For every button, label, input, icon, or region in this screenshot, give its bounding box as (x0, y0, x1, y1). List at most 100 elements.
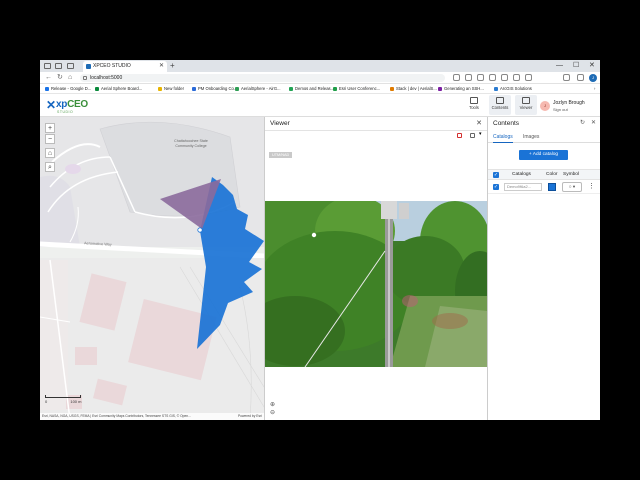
avatar: J (540, 101, 550, 111)
contents-icon (496, 97, 504, 104)
maximize-button[interactable]: ☐ (573, 60, 579, 72)
tab-strip: XPCEO STUDIO ✕ + — ☐ ✕ (40, 60, 600, 72)
split-screen-icon[interactable] (489, 74, 496, 81)
tab-actions-icon[interactable] (55, 63, 62, 69)
minimize-button[interactable]: — (556, 60, 563, 72)
tab-favicon-icon (86, 64, 91, 69)
bookmark-item[interactable]: Stack | dev | AerialS... (390, 84, 437, 93)
vertical-tabs-icon[interactable] (67, 63, 74, 69)
contents-title: Contents (493, 120, 520, 127)
symbol-select[interactable]: ○ ▾ (562, 182, 582, 192)
map-zoom-out-button[interactable]: − (45, 134, 55, 144)
viewer-toolbar: ▾ (265, 131, 487, 140)
logo-text-ceo: CEO (67, 99, 88, 110)
powered-by-esri[interactable]: Powered by Esri (238, 413, 262, 420)
viewer-header: Viewer ✕ (265, 117, 487, 131)
tab-images[interactable]: Images (523, 134, 539, 140)
map-search-button[interactable]: ⌕ (45, 162, 55, 172)
tools-button[interactable]: Tools (463, 95, 485, 115)
oblique-image[interactable] (265, 201, 487, 367)
contents-header: Contents ↻ ✕ (488, 117, 600, 131)
scale-bar: 0 100 m (45, 395, 81, 404)
copilot-icon[interactable] (577, 74, 584, 81)
viewer-button[interactable]: Viewer (515, 95, 537, 115)
catalog-table-header: ✓ Catalogs Color Symbol (488, 169, 600, 180)
tools-label: Tools (469, 105, 479, 110)
window-close-button[interactable]: ✕ (589, 60, 595, 72)
sign-out-link[interactable]: Sign out (553, 107, 568, 112)
contents-button[interactable]: Contents (489, 95, 511, 115)
tab-catalogs[interactable]: Catalogs (493, 134, 513, 143)
add-catalog-button[interactable]: + Add catalog (519, 150, 568, 160)
user-name: Jozlyn Brough (553, 100, 585, 106)
camera-location-marker (197, 227, 203, 233)
photo-render (265, 201, 487, 367)
basemap (40, 117, 264, 420)
app-header: ✕ xpCEO STUDIO Tools Contents Viewer J J… (40, 94, 600, 117)
bookmark-item[interactable]: Aerial Sphere Board... (95, 84, 142, 93)
user-menu[interactable]: J Jozlyn Brough Sign out (540, 98, 598, 114)
table-row: ✓ Demo9f6a2... ○ ▾ ⋮ (488, 180, 600, 194)
viewer-close-button[interactable]: ✕ (476, 119, 482, 127)
map-zoom-in-button[interactable]: + (45, 123, 55, 133)
scale-end: 100 m (70, 399, 82, 404)
contents-close-button[interactable]: ✕ (591, 119, 596, 126)
workspaces-icon[interactable] (44, 63, 51, 69)
tab-title: XPCEO STUDIO (93, 63, 131, 69)
bookmarks-overflow-button[interactable]: › (588, 84, 595, 93)
contents-label: Contents (491, 105, 509, 110)
logo-mark-icon: ✕ (46, 98, 57, 112)
contents-panel: Contents ↻ ✕ Catalogs Images + Add catal… (487, 117, 600, 420)
contents-tabs: Catalogs Images (488, 131, 600, 143)
catalog-color-swatch[interactable] (548, 183, 556, 191)
collections-icon[interactable] (513, 74, 520, 81)
column-color: Color (546, 172, 558, 177)
map-home-button[interactable]: ⌂ (45, 148, 55, 158)
row-checkbox[interactable]: ✓ (493, 184, 499, 190)
map-attribution: Esri, NASA, NGA, USGS, FEMA | Esri Commu… (40, 413, 264, 420)
new-tab-button[interactable]: + (170, 60, 175, 72)
select-all-checkbox[interactable]: ✓ (493, 172, 499, 178)
catalog-name-field[interactable]: Demo9f6a2... (504, 183, 542, 191)
viewer-title: Viewer (270, 120, 290, 127)
college-label: Chattahoochee State Community College (174, 139, 208, 148)
viewer-menu-chevron-icon[interactable]: ▾ (479, 131, 484, 137)
logo-subtitle: STUDIO (57, 110, 74, 114)
read-aloud-icon[interactable] (453, 74, 460, 81)
extensions-icon[interactable] (477, 74, 484, 81)
refresh-button[interactable]: ↻ (57, 72, 63, 84)
scale-start: 0 (45, 399, 48, 404)
home-button[interactable]: ⌂ (68, 72, 72, 84)
logo-text-xp: xp (56, 99, 68, 110)
contents-refresh-button[interactable]: ↻ (580, 119, 585, 126)
browser-tab[interactable]: XPCEO STUDIO ✕ (83, 61, 167, 72)
viewer-label: Viewer (519, 105, 533, 110)
bookmark-item[interactable]: PM Onboarding Co... (192, 84, 237, 93)
favorites-star-icon[interactable] (465, 74, 472, 81)
map-view[interactable]: + − ⌂ ⌕ Chattahoochee State Community Co… (40, 117, 264, 420)
url-text: localhost:5000 (90, 75, 123, 81)
bookmark-item[interactable]: Demos and Releas... (289, 84, 334, 93)
url-field[interactable]: localhost:5000 (80, 74, 445, 82)
camera-icon[interactable] (470, 133, 475, 138)
browser-essentials-icon[interactable] (525, 74, 532, 81)
bookmark-item[interactable]: Esri User Conferenc... (333, 84, 380, 93)
browser-profile-icon[interactable]: J (589, 74, 597, 82)
bookmark-item[interactable]: ArcGIS Solutions (494, 84, 532, 93)
viewer-zoom-in-button[interactable]: ⊕ (270, 401, 275, 408)
viewer-icon (522, 97, 530, 104)
row-menu-icon[interactable]: ⋮ (588, 182, 595, 190)
bookmark-item[interactable]: AerialSphere - AirG... (235, 84, 281, 93)
favorites-icon[interactable] (501, 74, 508, 81)
column-catalogs: Catalogs (512, 172, 531, 177)
back-button[interactable]: ← (45, 72, 52, 84)
bookmark-item[interactable]: Generating an SSH... (438, 84, 484, 93)
viewer-zoom-out-button[interactable]: ⊖ (270, 409, 275, 416)
settings-menu-icon[interactable] (563, 74, 570, 81)
bookmark-item[interactable]: Release - Google D... (45, 84, 91, 93)
site-info-icon[interactable] (83, 76, 87, 80)
record-icon[interactable] (457, 133, 462, 138)
bookmark-item[interactable]: New folder (158, 84, 184, 93)
viewer-panel: Viewer ✕ ▾ UTM/NAD ⊕ ⊖ (264, 117, 487, 420)
tab-close-icon[interactable]: ✕ (159, 61, 164, 72)
